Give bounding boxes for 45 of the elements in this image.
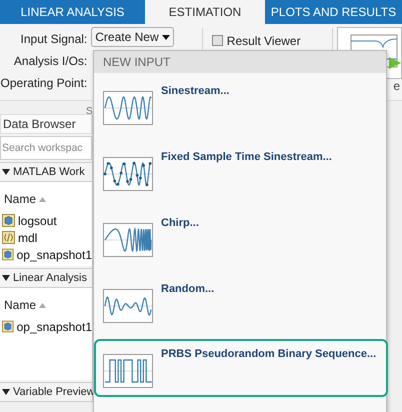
- menu-item[interactable]: Random...: [94, 271, 386, 337]
- tab[interactable]: LINEAR ANALYSIS: [0, 0, 145, 24]
- sine-wave-icon: [103, 91, 153, 125]
- dropdown-button[interactable]: Create New: [91, 27, 174, 47]
- caret-icon: [162, 34, 170, 40]
- search-field[interactable]: Search workspac: [0, 136, 92, 160]
- checkbox-label: Result Viewer: [226, 34, 301, 48]
- sort-icon: [39, 302, 46, 308]
- sampled-wave-icon: [103, 157, 153, 191]
- field-label: Operating Point:: [0, 76, 88, 90]
- menu-item[interactable]: Fixed Sample Time Sinestream...: [94, 139, 386, 205]
- field-label: Input Signal:: [20, 32, 88, 46]
- cube-icon: [2, 214, 15, 227]
- square-wave-icon: [103, 354, 153, 388]
- menu-item[interactable]: Chirp...: [94, 205, 386, 271]
- variable-name: op_snapshot1: [16, 248, 92, 262]
- menu-item[interactable]: PRBS Pseudorandom Binary Sequence...: [94, 339, 388, 397]
- variable-name: logsout: [18, 214, 57, 228]
- panel-header[interactable]: MATLAB Work: [0, 162, 92, 182]
- cube-icon: [2, 248, 14, 261]
- panel-header[interactable]: Variable Preview: [0, 382, 92, 402]
- menu-header: NEW INPUT: [94, 51, 386, 73]
- chirp-wave-icon: [103, 223, 153, 257]
- panel-header[interactable]: Linear Analysis: [0, 268, 92, 288]
- menu-item[interactable]: Sinestream...: [94, 73, 386, 139]
- tab[interactable]: PLOTS AND RESULTS: [265, 0, 402, 24]
- panel-title: Linear Analysis: [13, 272, 87, 284]
- section-label: S: [86, 106, 93, 117]
- column-header[interactable]: Name: [0, 186, 92, 212]
- panel-title: Variable Preview: [13, 386, 95, 398]
- column-header[interactable]: Name: [0, 292, 92, 318]
- variable-name: mdl: [18, 230, 38, 244]
- tab[interactable]: ESTIMATION: [145, 0, 265, 24]
- cube-icon: [2, 320, 14, 333]
- noise-wave-icon: [103, 289, 153, 323]
- sort-icon: [39, 196, 46, 202]
- bracket-icon: [2, 231, 15, 244]
- field-label: Analysis I/Os:: [14, 54, 88, 68]
- column-title: Name: [4, 192, 36, 206]
- panel-title: Data Browser: [0, 114, 92, 134]
- column-title: Name: [4, 298, 36, 312]
- button-label: e: [393, 79, 400, 93]
- panel-title: MATLAB Work: [13, 166, 85, 178]
- variable-name: op_snapshot1: [16, 320, 92, 334]
- checkbox[interactable]: [212, 35, 223, 46]
